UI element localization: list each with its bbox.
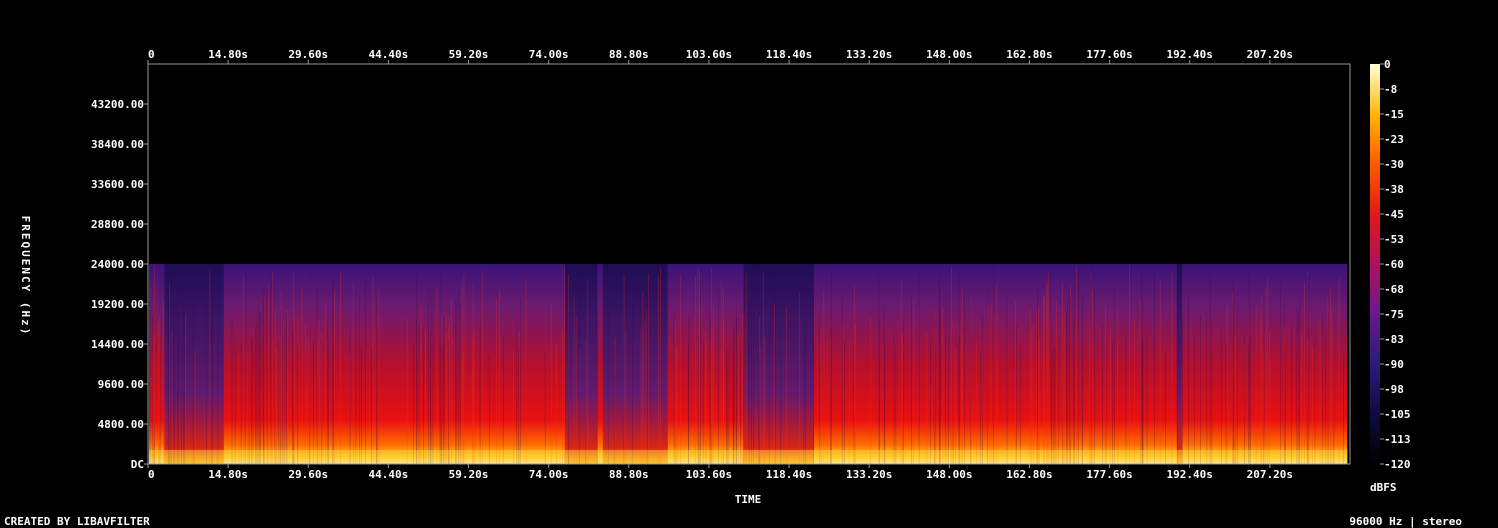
- colorbar-tick-label: -98: [1384, 383, 1404, 396]
- spectrogram-image: [149, 264, 1348, 464]
- x-tick-label: 192.40s: [1167, 48, 1213, 61]
- colorbar-label: dBFS: [1370, 481, 1397, 494]
- y-tick-label: 33600.00: [91, 178, 144, 191]
- created-by-credit: CREATED BY LIBAVFILTER: [4, 515, 150, 528]
- x-tick-label: 88.80s: [609, 468, 649, 481]
- x-tick-label: 192.40s: [1167, 468, 1213, 481]
- colorbar-tick-label: -83: [1384, 333, 1404, 346]
- y-tick-label: 28800.00: [91, 218, 144, 231]
- x-tick-label: 118.40s: [766, 468, 812, 481]
- x-tick-label: 207.20s: [1247, 48, 1293, 61]
- x-tick-label: 177.60s: [1086, 48, 1132, 61]
- x-tick-label: 162.80s: [1006, 468, 1052, 481]
- x-tick-label: 29.60s: [288, 468, 328, 481]
- x-tick-label: 44.40s: [369, 468, 409, 481]
- x-tick-label: 44.40s: [369, 48, 409, 61]
- y-tick-label: 9600.00: [98, 378, 144, 391]
- y-tick-label: DC: [131, 458, 144, 471]
- low-frequency-energy: [149, 450, 1348, 464]
- colorbar-ticks: 0 -8 -15 -23 -30 -38 -45 -53 -60 -68 -75 -83 -90 -98 -…: [1380, 58, 1411, 471]
- colorbar-tick-label: -60: [1384, 258, 1404, 271]
- colorbar: [1370, 64, 1380, 464]
- quiet-segment: [564, 264, 598, 464]
- x-tick-label: 148.00s: [926, 48, 972, 61]
- quiet-segment: [602, 264, 668, 464]
- x-tick-label: 103.60s: [686, 48, 732, 61]
- x-tick-label: 74.00s: [529, 468, 569, 481]
- colorbar-tick-label: -53: [1384, 233, 1404, 246]
- colorbar-tick-label: -8: [1384, 83, 1397, 96]
- x-tick-label: 14.80s: [208, 48, 248, 61]
- spectrogram-figure: 0 14.80s 29.60s 44.40s 59.20s 74.00s 88.80s 103…: [19, 48, 1411, 506]
- audio-format-info: 96000 Hz | stereo: [1349, 515, 1462, 528]
- quiet-segment: [743, 264, 814, 464]
- x-tick-label: 207.20s: [1247, 468, 1293, 481]
- x-tick-label: 148.00s: [926, 468, 972, 481]
- colorbar-tick-label: -68: [1384, 283, 1404, 296]
- colorbar-tick-label: -15: [1384, 108, 1404, 121]
- x-tick-label: 133.20s: [846, 468, 892, 481]
- colorbar-tick-label: -45: [1384, 208, 1404, 221]
- y-tick-label: 24000.00: [91, 258, 144, 271]
- colorbar-tick-label: -90: [1384, 358, 1404, 371]
- y-tick-label: 19200.00: [91, 298, 144, 311]
- y-tick-label: 43200.00: [91, 98, 144, 111]
- x-tick-label: 162.80s: [1006, 48, 1052, 61]
- colorbar-tick-label: -75: [1384, 308, 1404, 321]
- y-tick-label: 38400.00: [91, 138, 144, 151]
- y-tick-label: 14400.00: [91, 338, 144, 351]
- x-axis-bottom: 0 14.80s 29.60s 44.40s 59.20s 74.00s 88.80s 103…: [147, 464, 1293, 481]
- x-tick-label: 133.20s: [846, 48, 892, 61]
- colorbar-tick-label: 0: [1384, 58, 1391, 71]
- y-axis: DC 4800.00 9600.00 14400.00 19200.00 24000.00…: [91, 98, 148, 471]
- colorbar-tick-label: -105: [1384, 408, 1411, 421]
- y-axis-label: FREQUENCY (Hz): [19, 216, 32, 337]
- colorbar-tick-label: -23: [1384, 133, 1404, 146]
- x-tick-label: 177.60s: [1086, 468, 1132, 481]
- colorbar-tick-label: -30: [1384, 158, 1404, 171]
- x-tick-label: 74.00s: [529, 48, 569, 61]
- x-axis-label: TIME: [735, 493, 762, 506]
- colorbar-tick-label: -38: [1384, 183, 1404, 196]
- x-tick-label: 0: [148, 468, 155, 481]
- x-tick-label: 29.60s: [288, 48, 328, 61]
- colorbar-tick-label: -120: [1384, 458, 1411, 471]
- x-tick-label: 59.20s: [449, 468, 489, 481]
- x-tick-label: 0: [148, 48, 155, 61]
- x-tick-label: 88.80s: [609, 48, 649, 61]
- x-axis-top: 0 14.80s 29.60s 44.40s 59.20s 74.00s 88.80s 103…: [147, 48, 1293, 64]
- x-tick-label: 118.40s: [766, 48, 812, 61]
- x-tick-label: 103.60s: [686, 468, 732, 481]
- x-tick-label: 14.80s: [208, 468, 248, 481]
- y-tick-label: 4800.00: [98, 418, 144, 431]
- x-tick-label: 59.20s: [449, 48, 489, 61]
- colorbar-tick-label: -113: [1384, 433, 1411, 446]
